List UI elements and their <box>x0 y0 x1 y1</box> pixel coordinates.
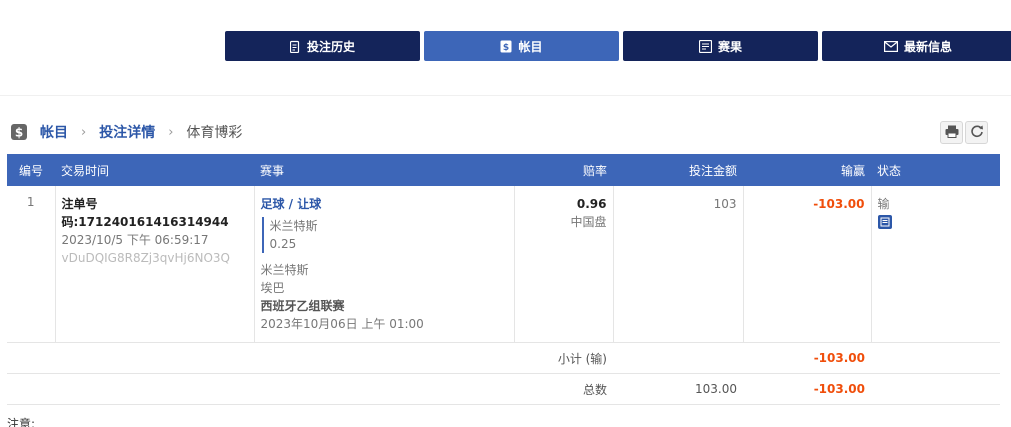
header-time: 交易时间 <box>61 163 110 178</box>
table-row: 1 注单号码:171240161416314944 2023/10/5 下午 0… <box>7 186 1000 343</box>
bet-details-table: 编号 交易时间 赛事 赔率 投注金额 输赢 状态 1 注单号码:17124016… <box>7 154 1000 405</box>
header-winloss: 输赢 <box>840 163 865 178</box>
header-stake: 投注金额 <box>688 163 737 178</box>
nav-results-label: 赛果 <box>717 39 742 54</box>
nav-results[interactable]: 赛果 <box>623 31 818 61</box>
transaction-time: 2023/10/5 下午 06:59:17 <box>61 233 209 247</box>
winloss-value: -103.00 <box>813 197 865 211</box>
header-event: 赛事 <box>260 163 285 178</box>
sport-market: 足球 / 让球 <box>260 197 322 211</box>
refresh-button[interactable] <box>965 121 988 144</box>
odds-type: 中国盘 <box>570 215 607 229</box>
print-button[interactable] <box>940 121 963 144</box>
cell-event: 足球 / 让球 米兰特斯 0.25 米兰特斯 埃巴 西班牙乙组联赛 2023年1… <box>254 186 515 343</box>
total-stake: 103.00 <box>613 373 743 405</box>
total-row: 总数 103.00 -103.00 <box>7 373 1000 405</box>
home-team: 米兰特斯 <box>260 263 309 277</box>
nav-bet-history[interactable]: 投注历史 <box>225 31 420 61</box>
nav-account[interactable]: $ 帐目 <box>424 31 619 61</box>
subtotal-label: 小计 (输) <box>7 342 613 374</box>
nav-account-label: 帐目 <box>518 39 543 54</box>
results-icon[interactable] <box>877 215 892 229</box>
top-nav: 投注历史 $ 帐目 赛果 最新信息 <box>225 31 1011 61</box>
status-text: 输 <box>877 197 890 211</box>
selection-box: 米兰特斯 0.25 <box>261 217 508 253</box>
breadcrumb-account[interactable]: 帐目 <box>40 122 68 142</box>
nav-latest-info[interactable]: 最新信息 <box>822 31 1011 61</box>
nav-latest-info-label: 最新信息 <box>903 39 952 54</box>
nav-divider <box>0 95 1011 96</box>
reference-id: vDuDQIG8R8Zj3qvHj6NO3Q <box>61 251 230 265</box>
results-icon <box>698 39 712 53</box>
toolbar <box>940 121 988 144</box>
history-icon <box>289 40 301 53</box>
refresh-icon <box>970 124 984 141</box>
header-no: 编号 <box>18 163 43 178</box>
nav-bet-history-label: 投注历史 <box>306 39 355 54</box>
header-odds: 赔率 <box>582 163 607 178</box>
chevron-right-icon: › <box>168 124 174 140</box>
total-label: 总数 <box>7 373 613 405</box>
subtotal-status <box>871 342 1000 374</box>
chevron-right-icon: › <box>81 124 87 140</box>
cell-status: 输 <box>871 186 1000 343</box>
breadcrumb-bet-details[interactable]: 投注详情 <box>99 122 155 142</box>
mail-icon <box>883 40 898 52</box>
cell-odds: 0.96 中国盘 <box>514 186 614 343</box>
cell-time: 注单号码:171240161416314944 2023/10/5 下午 06:… <box>55 186 255 343</box>
total-winloss: -103.00 <box>743 373 871 405</box>
breadcrumb: $ 帐目 › 投注详情 › 体育博彩 <box>10 121 242 143</box>
subtotal-stake <box>613 342 743 374</box>
svg-text:$: $ <box>503 43 509 53</box>
stake-value: 103 <box>713 197 737 211</box>
row-number: 1 <box>7 186 56 343</box>
ticket-number: 注单号码:171240161416314944 <box>61 197 229 229</box>
svg-text:$: $ <box>15 126 23 140</box>
header-status: 状态 <box>877 163 902 178</box>
match-time: 2023年10月06日 上午 01:00 <box>260 317 424 331</box>
league-name: 西班牙乙组联赛 <box>260 299 345 313</box>
subtotal-row: 小计 (输) -103.00 <box>7 342 1000 374</box>
cell-winloss: -103.00 <box>743 186 872 343</box>
breadcrumb-current: 体育博彩 <box>186 125 243 141</box>
subtotal-winloss: -103.00 <box>743 342 871 374</box>
selection-name: 米兰特斯 <box>269 219 318 233</box>
handicap-value: 0.25 <box>269 237 297 251</box>
total-status <box>871 373 1000 405</box>
ledger-icon: $ <box>500 40 512 53</box>
note-label: 注意: <box>7 417 36 427</box>
away-team: 埃巴 <box>260 281 285 295</box>
table-header: 编号 交易时间 赛事 赔率 投注金额 输赢 状态 <box>7 154 1000 186</box>
print-icon <box>945 125 959 141</box>
odds-value: 0.96 <box>576 197 607 211</box>
cell-stake: 103 <box>613 186 744 343</box>
ledger-icon: $ <box>10 123 28 141</box>
